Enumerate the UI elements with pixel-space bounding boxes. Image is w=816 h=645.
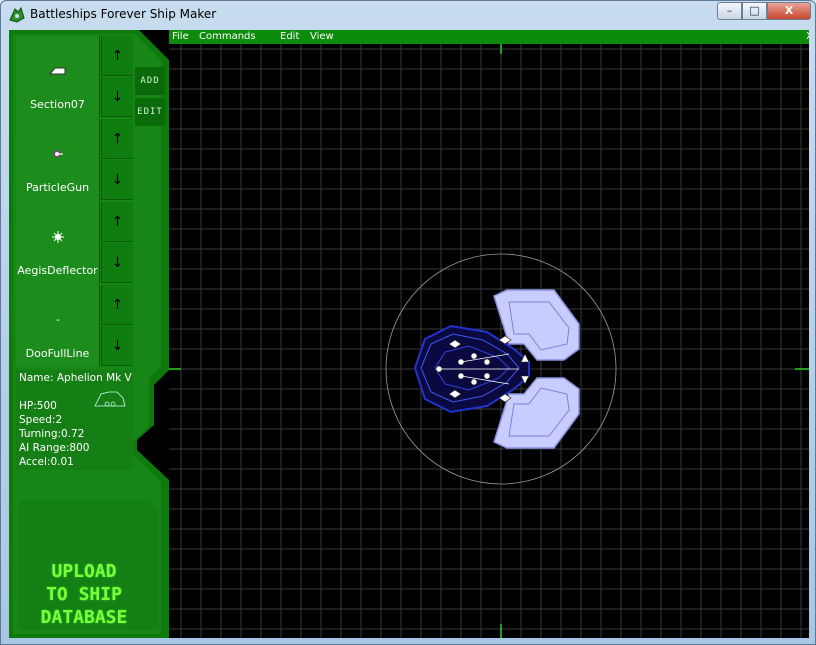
ship-stats-panel: Name: Aphelion Mk V HP:500 Speed:2 Turni…	[16, 370, 133, 470]
ship-name: Name: Aphelion Mk V	[19, 372, 132, 384]
move-up-button[interactable]: ↑	[101, 202, 133, 242]
stat-ai-range: AI Range:800	[19, 442, 90, 454]
menu-file[interactable]: File	[172, 30, 189, 44]
add-tab[interactable]: ADD	[135, 67, 165, 95]
stat-hp: HP:500	[19, 400, 57, 412]
hull-section-icon	[48, 67, 66, 75]
client-area: Section07 ParticleGun AegisDeflector - D…	[9, 30, 809, 638]
part-label: DooFullLine	[25, 347, 90, 360]
stat-speed: Speed:2	[19, 414, 63, 426]
upload-to-ship-database-button[interactable]: UPLOAD TO SHIP DATABASE	[29, 560, 139, 629]
menu-commands[interactable]: Commands	[199, 30, 256, 44]
upload-line: UPLOAD	[51, 561, 117, 582]
particle-gun-icon	[54, 151, 63, 157]
stat-accel: Accel:0.01	[19, 456, 74, 468]
upload-line: TO SHIP	[46, 584, 122, 605]
part-tile-aegisdeflector[interactable]: AegisDeflector	[16, 202, 100, 284]
part-tile-doofullline[interactable]: - DooFullLine	[16, 285, 100, 367]
move-down-button[interactable]: ↓	[101, 160, 133, 200]
app-window: Battleships Forever Ship Maker – □ X Sec…	[0, 0, 816, 645]
stat-turning: Turning:0.72	[19, 428, 85, 440]
ship-editor-canvas[interactable]	[169, 44, 809, 638]
move-up-button[interactable]: ↑	[101, 36, 133, 76]
window-title: Battleships Forever Ship Maker	[30, 7, 217, 21]
menu-bar: File Commands Edit View X	[169, 30, 809, 44]
part-label: Section07	[30, 98, 85, 111]
part-tile-section07[interactable]: Section07	[16, 36, 100, 118]
move-up-button[interactable]: ↑	[101, 285, 133, 325]
menu-edit[interactable]: Edit	[280, 30, 299, 44]
close-button[interactable]: X	[767, 2, 811, 20]
doo-line-icon: -	[56, 313, 60, 326]
part-label: ParticleGun	[25, 181, 90, 194]
edit-tab[interactable]: EDIT	[135, 98, 165, 126]
part-tile-particlegun[interactable]: ParticleGun	[16, 119, 100, 201]
move-down-button[interactable]: ↓	[101, 77, 133, 117]
upload-line: DATABASE	[40, 607, 128, 628]
move-down-button[interactable]: ↓	[101, 243, 133, 283]
ship-thumbnail-icon	[94, 391, 126, 407]
maximize-button[interactable]: □	[742, 2, 767, 20]
menu-close-button[interactable]: X	[806, 30, 809, 44]
part-label: AegisDeflector	[17, 264, 98, 277]
app-icon	[9, 6, 25, 23]
menu-view[interactable]: View	[310, 30, 334, 44]
aegis-deflector-icon	[52, 231, 64, 243]
move-down-button[interactable]: ↓	[101, 326, 133, 366]
title-bar[interactable]: Battleships Forever Ship Maker – □ X	[1, 1, 815, 29]
move-up-button[interactable]: ↑	[101, 119, 133, 159]
minimize-button[interactable]: –	[717, 2, 742, 20]
